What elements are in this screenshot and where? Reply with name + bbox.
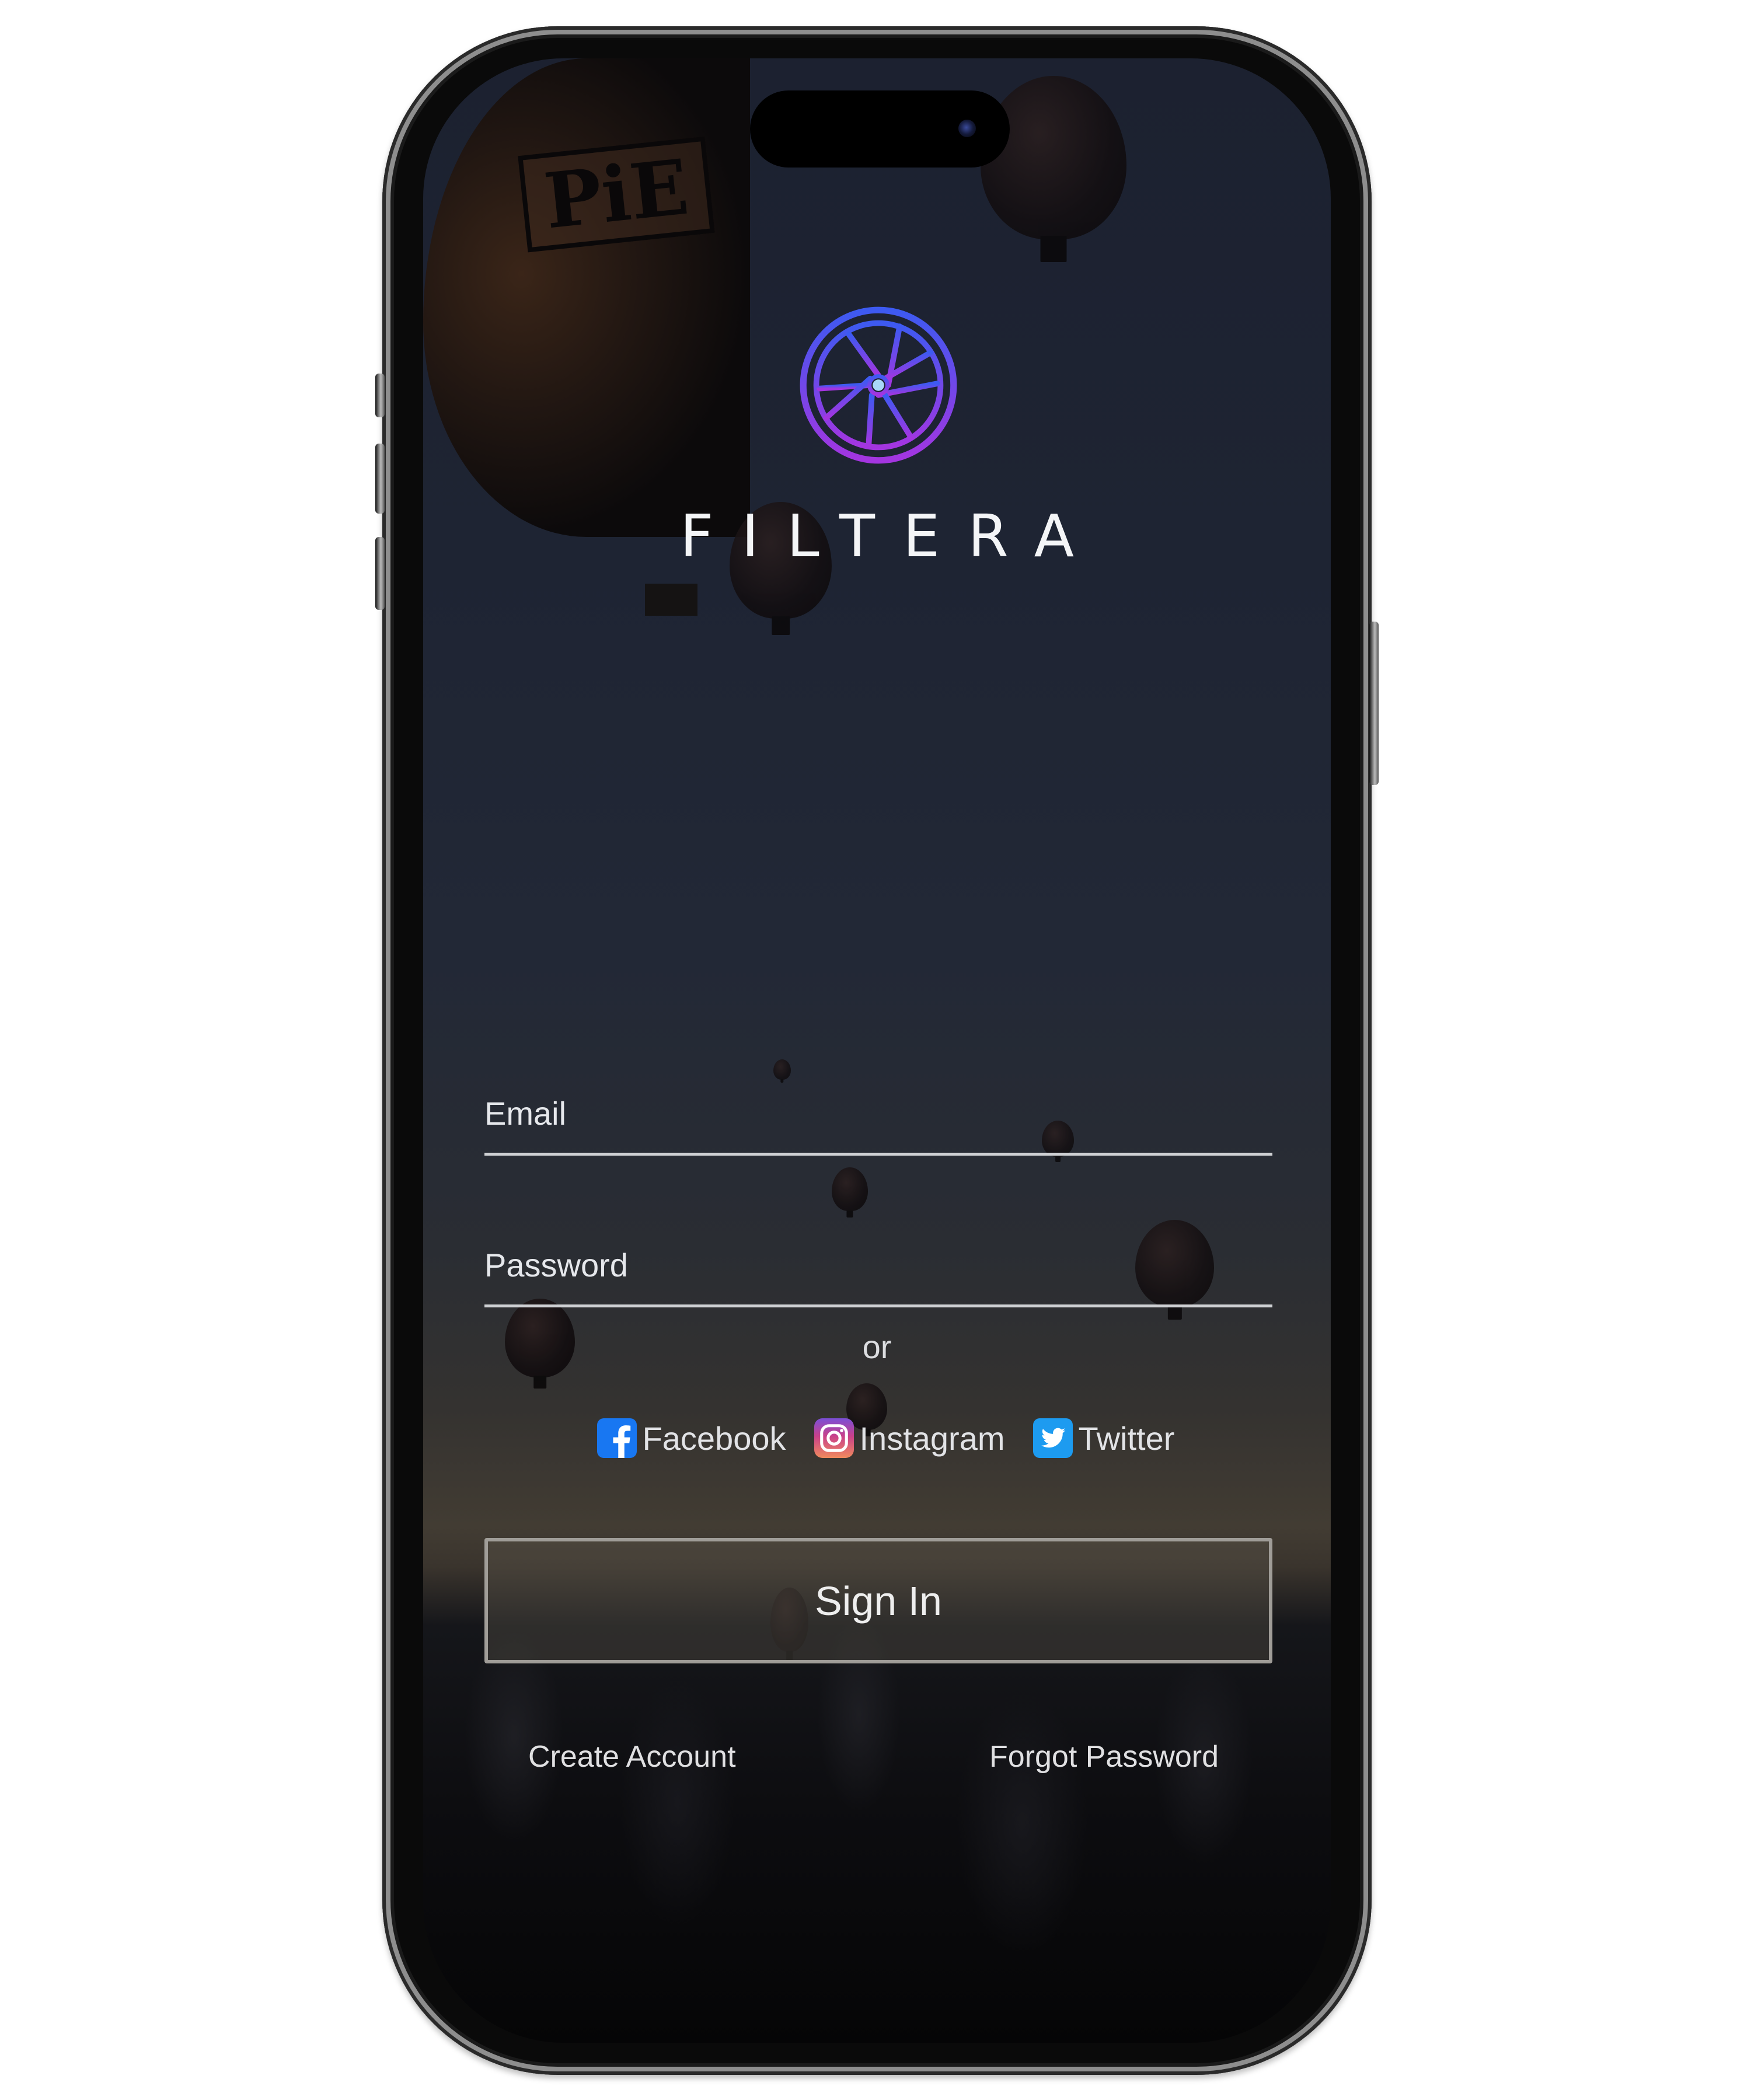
facebook-label: Facebook	[642, 1419, 786, 1457]
email-underline	[484, 1153, 1272, 1156]
facebook-login-button[interactable]: Facebook	[597, 1418, 786, 1458]
camera-aperture-icon	[797, 304, 960, 467]
balloon-basket	[645, 584, 697, 616]
login-screen: PiE FILTERA Email Password or Facebook I…	[423, 58, 1331, 2043]
twitter-login-button[interactable]: Twitter	[1033, 1418, 1175, 1458]
volume-down-button	[375, 537, 385, 610]
email-input[interactable]	[484, 1039, 1272, 1156]
background-balloon-large: PiE	[423, 58, 750, 616]
twitter-label: Twitter	[1078, 1419, 1175, 1457]
power-button	[1369, 622, 1379, 785]
social-login-row: Facebook Instagram Twitter	[423, 1418, 1331, 1458]
forgot-password-link[interactable]: Forgot Password	[989, 1739, 1219, 1774]
twitter-icon	[1033, 1418, 1073, 1458]
facebook-icon	[597, 1418, 637, 1458]
background-balloon	[981, 76, 1126, 239]
balloon-marking: PiE	[518, 136, 716, 253]
dynamic-island	[750, 90, 1010, 168]
instagram-icon	[814, 1418, 854, 1458]
front-camera-icon	[958, 120, 976, 137]
phone-frame: PiE FILTERA Email Password or Facebook I…	[375, 26, 1379, 2075]
sign-in-button[interactable]: Sign In	[484, 1538, 1272, 1663]
or-divider: or	[862, 1328, 892, 1365]
action-button	[375, 374, 385, 417]
background-terrain	[423, 1605, 1331, 2043]
create-account-link[interactable]: Create Account	[528, 1739, 736, 1774]
instagram-label: Instagram	[859, 1419, 1005, 1457]
instagram-login-button[interactable]: Instagram	[814, 1418, 1005, 1458]
app-name: FILTERA	[679, 502, 1103, 570]
password-underline	[484, 1304, 1272, 1307]
password-input[interactable]	[484, 1194, 1272, 1307]
volume-up-button	[375, 444, 385, 514]
email-field[interactable]: Email	[484, 1039, 1272, 1156]
password-field[interactable]: Password	[484, 1194, 1272, 1307]
